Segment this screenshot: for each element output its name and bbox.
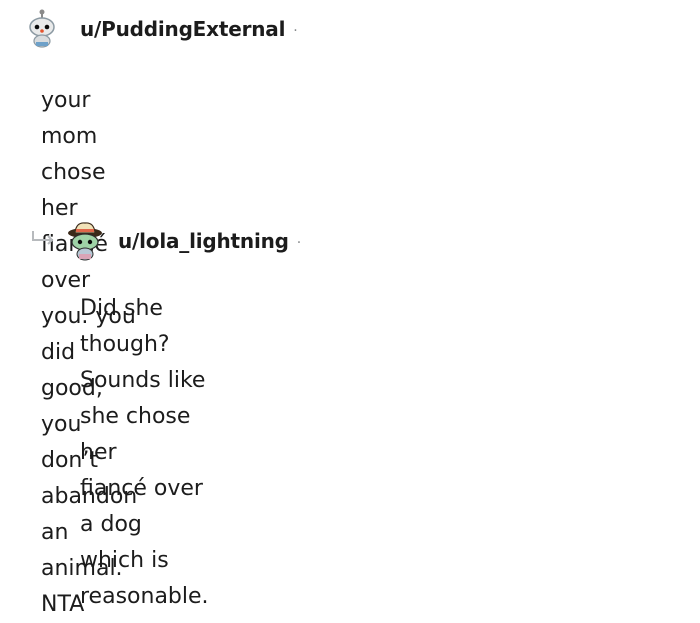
username-link[interactable]: u/lola_lightning	[118, 229, 289, 253]
comment-2-text: Did she though? Sounds like she chose he…	[80, 296, 209, 609]
reply-arrow-icon	[32, 231, 54, 245]
separator-dot: ·	[296, 235, 302, 251]
separator-dot: ·	[293, 23, 298, 39]
comment-2-header: u/lola_lightning ·	[118, 229, 301, 253]
snoo-hat-avatar-icon[interactable]	[63, 220, 107, 262]
snoo-avatar-icon[interactable]	[22, 9, 62, 49]
comment-1-header: u/PuddingExternal ·	[80, 17, 298, 41]
username-link[interactable]: u/PuddingExternal	[80, 17, 285, 41]
